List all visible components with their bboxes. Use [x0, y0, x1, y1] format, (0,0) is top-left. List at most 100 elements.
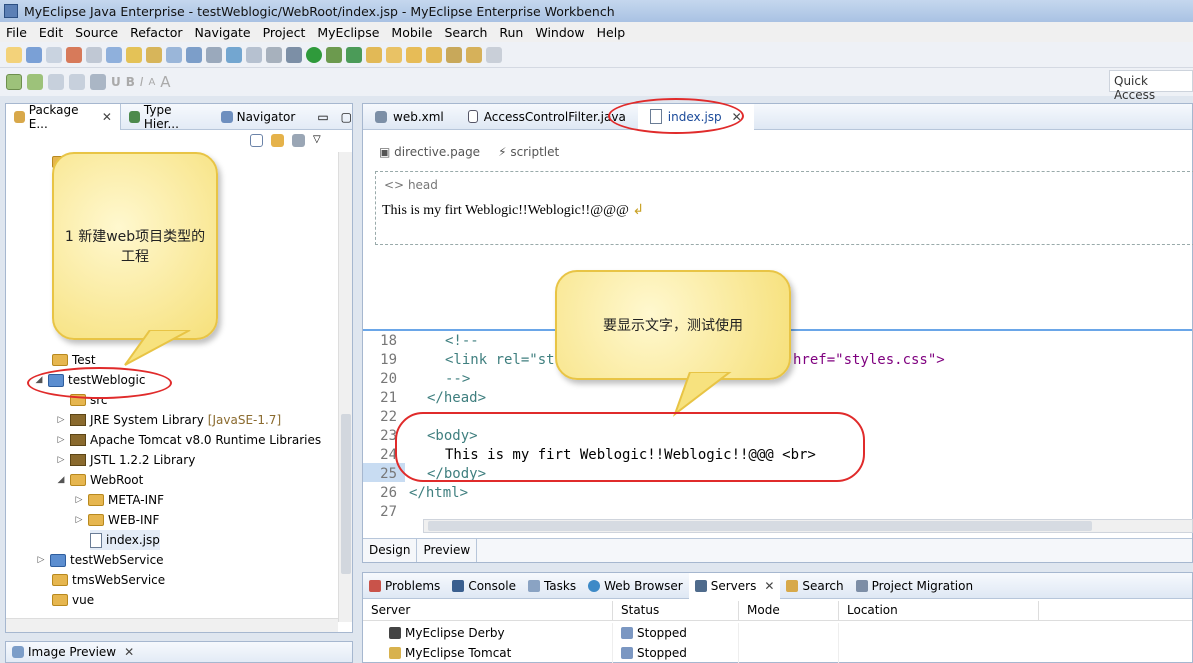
- marker-icon[interactable]: [406, 46, 422, 63]
- font-smaller-icon[interactable]: A: [148, 77, 155, 88]
- search-tool-icon[interactable]: [206, 46, 222, 63]
- table-row[interactable]: MyEclipse Tomcat Stopped: [363, 643, 1192, 663]
- tree-item-webroot[interactable]: ◢ WebRoot: [56, 470, 144, 490]
- tree-item-webinf[interactable]: ▷ WEB-INF: [74, 510, 160, 530]
- quick-access-input[interactable]: Quick Access: [1109, 70, 1193, 102]
- tree-item-index-jsp[interactable]: index.jsp: [90, 530, 160, 550]
- column-header[interactable]: Mode: [739, 601, 839, 620]
- tree-vertical-scrollbar[interactable]: [338, 152, 352, 622]
- back-icon[interactable]: [466, 46, 482, 63]
- tree-item-vue[interactable]: vue: [52, 590, 94, 610]
- close-icon[interactable]: ✕: [124, 645, 134, 659]
- link-editor-icon[interactable]: [271, 134, 284, 147]
- layout-icon[interactable]: [6, 74, 22, 90]
- tab-web-xml[interactable]: web.xml: [363, 104, 456, 130]
- tree-item-metainf[interactable]: ▷ META-INF: [74, 490, 165, 510]
- scroll-thumb[interactable]: [428, 521, 1092, 531]
- tab-web-browser[interactable]: Web Browser: [582, 579, 689, 593]
- tab-type-hierarchy[interactable]: Type Hier...: [121, 103, 213, 131]
- close-icon[interactable]: ✕: [764, 579, 774, 593]
- deploy-icon[interactable]: [166, 46, 182, 63]
- palette-directive[interactable]: ▣ directive.page: [379, 145, 480, 159]
- tree-item-tmswebservice[interactable]: tmsWebService: [52, 570, 165, 590]
- column-header[interactable]: Server: [363, 601, 613, 620]
- collapsed-icon[interactable]: ▷: [56, 455, 66, 465]
- tab-design[interactable]: Design: [363, 539, 418, 562]
- tab-tasks[interactable]: Tasks: [522, 579, 582, 593]
- undo-icon[interactable]: [126, 46, 142, 63]
- menu-edit[interactable]: Edit: [33, 25, 69, 40]
- palette-scriptlet[interactable]: ⚡ scriptlet: [498, 145, 559, 159]
- web-icon[interactable]: [226, 46, 242, 63]
- menu-file[interactable]: File: [0, 25, 33, 40]
- menu-mobile[interactable]: Mobile: [385, 25, 438, 40]
- db-icon[interactable]: [246, 46, 262, 63]
- open-folder-icon[interactable]: [366, 46, 382, 63]
- properties-icon[interactable]: [90, 74, 106, 90]
- image-preview-tab[interactable]: Image Preview ✕: [5, 641, 353, 663]
- external-tools-icon[interactable]: [346, 46, 362, 63]
- menu-search[interactable]: Search: [438, 25, 493, 40]
- column-header[interactable]: Status: [613, 601, 739, 620]
- menu-refactor[interactable]: Refactor: [124, 25, 188, 40]
- next-annotation-icon[interactable]: [446, 46, 462, 63]
- close-icon[interactable]: ✕: [102, 110, 112, 124]
- tab-servers[interactable]: Servers ✕: [688, 572, 781, 599]
- menu-myeclipse[interactable]: MyEclipse: [311, 25, 385, 40]
- menu-source[interactable]: Source: [69, 25, 124, 40]
- chevron-down-icon[interactable]: ▽: [313, 134, 321, 147]
- maximize-icon[interactable]: ▢: [341, 110, 352, 124]
- collapse-all-icon[interactable]: [250, 134, 263, 147]
- refresh-icon[interactable]: [69, 74, 85, 90]
- save-icon[interactable]: [26, 46, 42, 63]
- underline-icon[interactable]: U: [111, 75, 121, 89]
- tree-item-tomcat-lib[interactable]: ▷ Apache Tomcat v8.0 Runtime Libraries: [56, 430, 322, 450]
- view-menu-icon[interactable]: [292, 134, 305, 147]
- tab-console[interactable]: Console: [446, 579, 522, 593]
- run-config-icon[interactable]: [326, 46, 342, 63]
- collapsed-icon[interactable]: ▷: [36, 555, 46, 565]
- collapsed-icon[interactable]: ▷: [74, 495, 84, 505]
- menu-run[interactable]: Run: [493, 25, 529, 40]
- head-region[interactable]: <> head This is my firt Weblogic!!Weblog…: [375, 171, 1193, 245]
- editor-horizontal-scrollbar[interactable]: [423, 519, 1193, 533]
- font-larger-icon[interactable]: A: [160, 73, 170, 91]
- tab-package-explorer[interactable]: Package E... ✕: [6, 103, 121, 131]
- bold-icon[interactable]: B: [126, 75, 135, 89]
- preview-icon[interactable]: [48, 74, 64, 90]
- italic-icon[interactable]: I: [140, 75, 144, 89]
- wizard-icon[interactable]: [186, 46, 202, 63]
- scroll-thumb[interactable]: [341, 414, 351, 574]
- tree-item-jstl[interactable]: ▷ JSTL 1.2.2 Library: [56, 450, 196, 470]
- open-type-icon[interactable]: [146, 46, 162, 63]
- server-icon[interactable]: [66, 46, 82, 63]
- annotation-icon[interactable]: [426, 46, 442, 63]
- tab-navigator[interactable]: Navigator: [213, 104, 304, 130]
- tab-preview[interactable]: Preview: [417, 539, 478, 562]
- tree-item-testwebservice[interactable]: ▷ testWebService: [36, 550, 164, 570]
- column-header[interactable]: Location: [839, 601, 1039, 620]
- tab-problems[interactable]: Problems: [363, 579, 446, 593]
- forward-icon[interactable]: [486, 46, 502, 63]
- debug-icon[interactable]: [286, 46, 302, 63]
- split-icon[interactable]: [27, 74, 43, 90]
- menu-help[interactable]: Help: [591, 25, 632, 40]
- menu-project[interactable]: Project: [257, 25, 312, 40]
- build-icon[interactable]: [106, 46, 122, 63]
- tree-horizontal-scrollbar[interactable]: [6, 618, 338, 632]
- print-icon[interactable]: [46, 46, 62, 63]
- task-icon[interactable]: [386, 46, 402, 63]
- new-icon[interactable]: [6, 46, 22, 63]
- expanded-icon[interactable]: ◢: [56, 475, 66, 485]
- collapsed-icon[interactable]: ▷: [56, 415, 66, 425]
- minimize-icon[interactable]: ▭: [317, 110, 328, 124]
- tree-item-jre[interactable]: ▷ JRE System Library [JavaSE-1.7]: [56, 410, 282, 430]
- table-row[interactable]: MyEclipse Derby Stopped: [363, 623, 1192, 643]
- menu-navigate[interactable]: Navigate: [189, 25, 257, 40]
- toggle-icon[interactable]: [86, 46, 102, 63]
- tab-search[interactable]: Search: [780, 579, 849, 593]
- camera-icon[interactable]: [266, 46, 282, 63]
- tab-project-migration[interactable]: Project Migration: [850, 579, 979, 593]
- run-icon[interactable]: [306, 46, 322, 63]
- collapsed-icon[interactable]: ▷: [74, 515, 84, 525]
